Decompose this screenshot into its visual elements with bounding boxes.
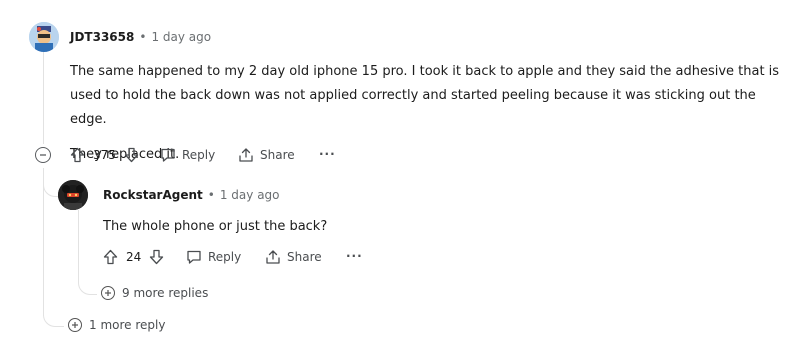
reply-label: Reply [182,148,216,162]
comment-line: used to hold the back down was not appli… [70,88,756,127]
share-icon [239,148,253,162]
username[interactable]: RockstarAgent [103,188,203,202]
upvote-icon[interactable] [103,249,118,265]
time-separator: • [207,188,215,202]
downvote-icon[interactable] [124,147,139,163]
time-separator: • [139,30,147,44]
timestamp[interactable]: 1 day ago [151,30,211,44]
thread-elbow-main [43,296,64,327]
more-replies-label: 9 more replies [122,286,209,300]
thread-line-reply [78,210,79,276]
expand-icon [101,286,115,300]
share-button[interactable]: Share [265,249,322,265]
reply-icon [187,250,201,264]
vote-group: 24 [103,249,164,265]
reply-body: The whole phone or just the back? [103,219,328,234]
more-options-button[interactable]: ··· [319,147,336,161]
vote-group: 375 [70,147,139,163]
thread-elbow-reply [43,170,58,197]
more-reply-label: 1 more reply [89,318,166,332]
share-label: Share [287,250,322,264]
timestamp[interactable]: 1 day ago [220,188,280,202]
share-button[interactable]: Share [238,147,295,163]
collapse-button[interactable] [35,147,51,163]
vote-count: 375 [93,148,116,162]
username[interactable]: JDT33658 [70,30,134,44]
more-reply-link[interactable]: 1 more reply [68,318,165,332]
expand-icon [68,318,82,332]
avatar-image-icon [58,180,88,210]
collapse-icon [40,154,46,156]
share-label: Share [260,148,295,162]
comment-line: The same happened to my 2 day old iphone… [70,64,780,79]
reply-avatar[interactable] [58,180,88,210]
avatar[interactable] [29,22,59,52]
reply-label: Reply [208,250,242,264]
more-icon: ··· [319,147,336,161]
reply-icon [161,148,175,162]
reply-header: RockstarAgent • 1 day ago [103,188,280,202]
vote-count: 24 [126,250,142,264]
upvote-icon[interactable] [70,147,85,163]
more-replies-link[interactable]: 9 more replies [101,286,208,300]
comment-header: JDT33658 • 1 day ago [70,30,211,44]
share-icon [266,250,280,264]
downvote-icon[interactable] [149,249,164,265]
more-icon: ··· [346,249,363,263]
more-options-button[interactable]: ··· [346,249,363,263]
thread-elbow-reply-more [78,270,97,295]
thread-line-main [43,52,44,144]
reply-button[interactable]: Reply [186,249,241,265]
avatar-image-icon [29,22,59,52]
reply-button[interactable]: Reply [160,147,215,163]
